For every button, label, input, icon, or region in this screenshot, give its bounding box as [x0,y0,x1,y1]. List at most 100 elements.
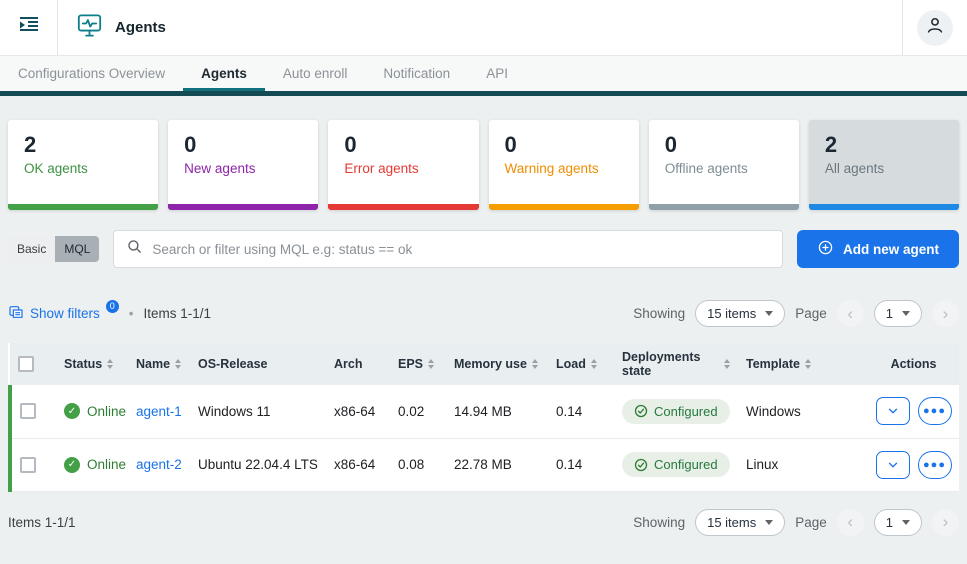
expand-row-button[interactable] [876,451,910,479]
stat-card-offline-agents[interactable]: 0 Offline agents [649,120,799,210]
user-menu-button[interactable] [917,10,953,46]
online-status-icon: ✓ [64,403,80,419]
page-number-select[interactable]: 1 [874,509,922,536]
sort-name-icon[interactable] [175,359,181,369]
col-load: Load [548,343,614,385]
add-new-agent-label: Add new agent [843,242,939,257]
add-new-agent-button[interactable]: Add new agent [797,230,959,268]
next-page-button[interactable]: › [932,300,959,327]
stat-card-error-agents[interactable]: 0 Error agents [328,120,478,210]
stat-card-body: 2 All agents [809,120,959,204]
deployment-state-label: Configured [654,457,718,472]
page-title-group: Agents [58,12,902,44]
col-arch: Arch [326,343,390,385]
chevron-down-icon [886,458,900,472]
sort-status-icon[interactable] [107,359,113,369]
col-name-label: Name [136,357,170,371]
new-agents-label: New agents [184,161,302,176]
row-checkbox[interactable] [20,457,36,473]
tab-bar: Configurations Overview Agents Auto enro… [0,56,967,96]
row-actions: ●●● [876,451,951,479]
items-range-bottom: Items 1-1/1 [8,515,76,530]
tab-configurations-overview[interactable]: Configurations Overview [0,56,183,91]
show-filters-button[interactable]: Show filters 0 [8,304,119,323]
expand-row-button[interactable] [876,397,910,425]
items-per-page-value: 15 items [707,306,756,321]
agent-name-link[interactable]: agent-2 [136,457,182,472]
error-agents-label: Error agents [344,161,462,176]
tab-agents[interactable]: Agents [183,56,265,91]
col-actions-label: Actions [891,357,937,371]
table-row: ✓ Online agent-2 Ubuntu 22.04.4 LTS x86-… [10,438,959,491]
ok-agents-color-bar [8,204,158,210]
col-deployments-state: Deployments state [614,343,738,385]
deployment-state-label: Configured [654,404,718,419]
sort-eps-icon[interactable] [428,359,434,369]
eps-cell: 0.08 [390,438,446,491]
more-actions-button[interactable]: ●●● [918,397,952,425]
load-cell: 0.14 [548,385,614,438]
stat-card-ok-agents[interactable]: 2 OK agents [8,120,158,210]
agent-name-link[interactable]: agent-1 [136,404,182,419]
col-memory-use: Memory use [446,343,548,385]
table-header-row: Status Name OS-Release Arch EPS [10,343,959,385]
col-actions: Actions [868,343,959,385]
search-mode-mql[interactable]: MQL [55,236,99,262]
row-checkbox[interactable] [20,403,36,419]
tab-auto-enroll[interactable]: Auto enroll [265,56,366,91]
showing-label: Showing [633,306,685,321]
search-icon [126,238,143,260]
page-title: Agents [115,19,166,36]
app-header: Agents [0,0,967,56]
col-status-label: Status [64,357,102,371]
agents-table-container: Status Name OS-Release Arch EPS [8,343,959,492]
tab-api[interactable]: API [468,56,526,91]
arch-cell: x86-64 [326,385,390,438]
stat-card-body: 0 Warning agents [489,120,639,204]
search-mode-basic[interactable]: Basic [8,236,55,262]
next-page-button[interactable]: › [932,509,959,536]
sort-load-icon[interactable] [591,359,597,369]
status-text: Online [87,404,126,419]
tab-notification[interactable]: Notification [365,56,468,91]
select-all-checkbox[interactable] [18,356,34,372]
stat-card-new-agents[interactable]: 0 New agents [168,120,318,210]
stat-card-all-agents[interactable]: 2 All agents [809,120,959,210]
error-agents-count: 0 [344,131,462,159]
items-per-page-select[interactable]: 15 items [695,300,785,327]
dot-separator: • [129,306,134,321]
sort-deployments-icon[interactable] [724,359,730,369]
col-eps-label: EPS [398,357,423,371]
check-circle-icon [634,404,648,418]
stat-card-warning-agents[interactable]: 0 Warning agents [489,120,639,210]
list-controls: Show filters 0 • Items 1-1/1 Showing 15 … [0,274,967,339]
load-cell: 0.14 [548,438,614,491]
col-load-label: Load [556,357,586,371]
sort-template-icon[interactable] [805,359,811,369]
warning-agents-color-bar [489,204,639,210]
search-input[interactable] [152,242,770,257]
error-agents-color-bar [328,204,478,210]
pagination-bottom: Showing 15 items Page ‹ 1 › [633,509,959,536]
chevron-down-icon [902,311,910,316]
header-divider-right [902,0,903,55]
prev-page-button[interactable]: ‹ [837,509,864,536]
col-deployments-state-label: Deployments state [622,350,719,378]
sort-memory-icon[interactable] [532,359,538,369]
sidebar-toggle-button[interactable] [0,13,57,42]
search-box [113,230,783,268]
page-number-value: 1 [886,515,893,530]
col-arch-label: Arch [334,357,362,371]
page-number-select[interactable]: 1 [874,300,922,327]
warning-agents-label: Warning agents [505,161,623,176]
more-actions-button[interactable]: ●●● [918,451,952,479]
items-per-page-select[interactable]: 15 items [695,509,785,536]
pagination-top: Showing 15 items Page ‹ 1 › [633,300,959,327]
offline-agents-count: 0 [665,131,783,159]
agents-app-icon [76,12,103,44]
prev-page-button[interactable]: ‹ [837,300,864,327]
col-os-release-label: OS-Release [198,357,267,371]
col-os-release: OS-Release [190,343,326,385]
user-icon [924,14,946,41]
os-release-cell: Ubuntu 22.04.4 LTS [190,438,326,491]
